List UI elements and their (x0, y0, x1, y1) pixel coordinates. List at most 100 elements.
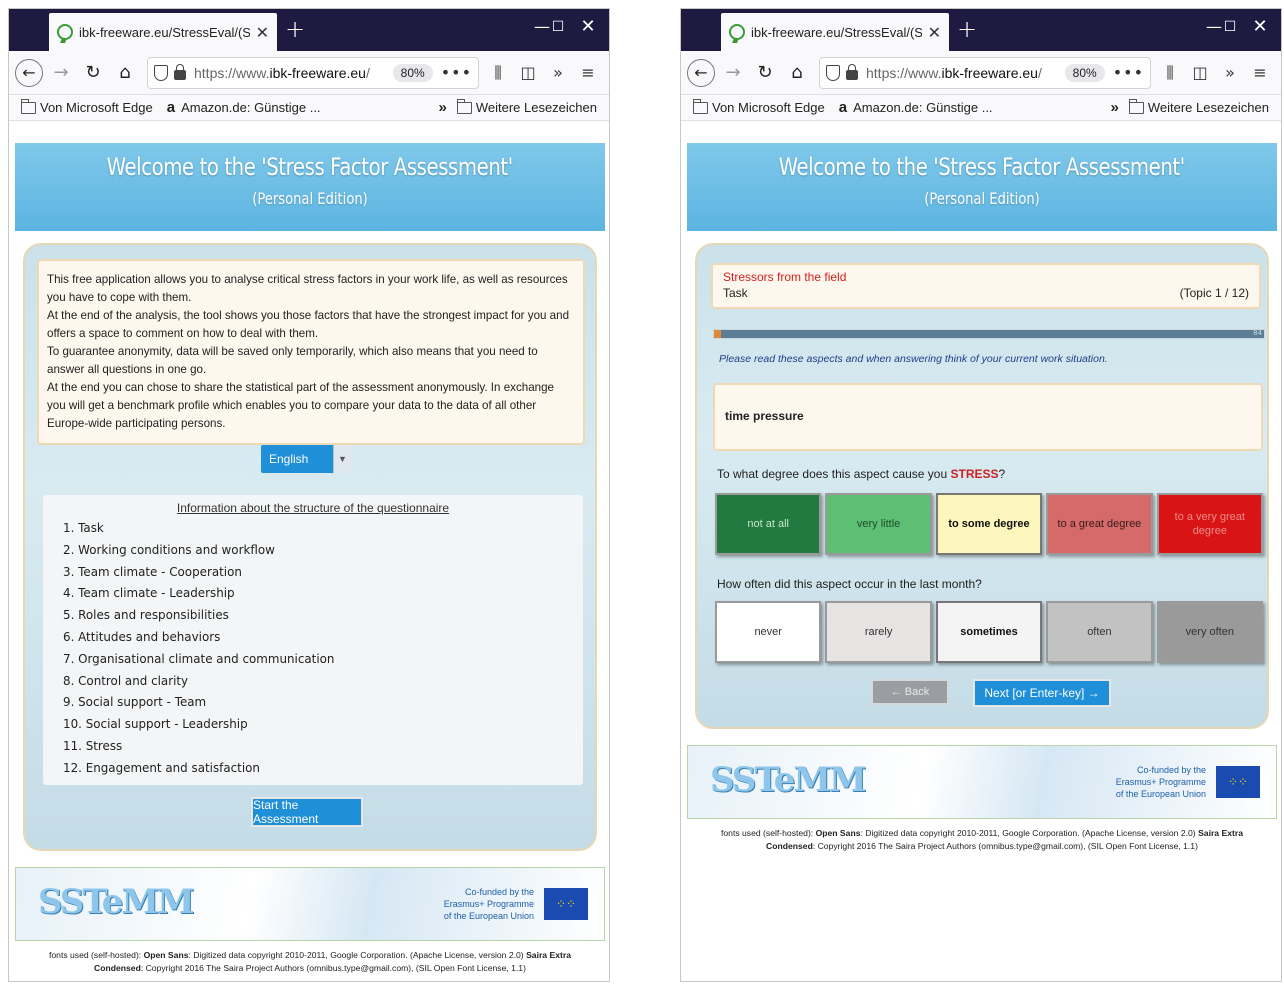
scale-option[interactable]: sometimes (935, 601, 1043, 663)
cofund-line: of the European Union (443, 911, 534, 921)
topic-counter: (Topic 1 / 12) (1179, 286, 1249, 300)
scale-option[interactable]: not at all (715, 493, 822, 555)
frequency-scale: never rarely sometimes often very often (715, 601, 1264, 663)
bookmark-label: Von Microsoft Edge (712, 100, 825, 115)
close-window-icon[interactable]: ✕ (565, 9, 609, 45)
nav-bar: ← → ↻ ⌂ https://www.ibk-freeware.eu/ 80%… (681, 51, 1281, 95)
start-assessment-button[interactable]: Start the Assessment (251, 797, 363, 827)
overflow-icon[interactable]: » (1215, 63, 1245, 82)
tab-close-icon[interactable]: ✕ (256, 23, 269, 42)
bookmark-amazon[interactable]: a Amazon.de: Günstige ... (839, 99, 993, 116)
topic-category: Stressors from the field (723, 270, 847, 284)
url-text[interactable]: https://www.ibk-freeware.eu/ (194, 65, 389, 81)
scale-option[interactable]: very often (1156, 601, 1264, 663)
question-text: ? (998, 467, 1006, 481)
new-tab-icon[interactable]: + (957, 15, 977, 43)
shield-icon[interactable] (826, 64, 840, 81)
folder-icon (1128, 98, 1144, 114)
forward-arrow-icon[interactable]: → (47, 59, 75, 87)
bookmark-more[interactable]: Weitere Lesezeichen (456, 98, 597, 115)
scale-option[interactable]: to a very great degree (1156, 493, 1264, 555)
page-actions-icon[interactable]: ••• (441, 63, 472, 82)
tab-close-icon[interactable]: ✕ (928, 23, 941, 42)
eu-flag-icon: ⁘⁘ (1216, 766, 1260, 798)
scale-option[interactable]: often (1046, 601, 1153, 663)
back-arrow-icon[interactable]: ← (687, 58, 715, 87)
aspect-box: time pressure (713, 383, 1263, 451)
fonts-label: fonts used (self-hosted): (49, 950, 144, 960)
scale-option[interactable]: rarely (825, 601, 932, 663)
bookmark-edge[interactable]: Von Microsoft Edge (21, 98, 153, 115)
cofund-text: Co-funded by the Erasmus+ Programme of t… (444, 886, 534, 922)
structure-item: 10. Social support - Leadership (63, 716, 248, 732)
frequency-question: How often did this aspect occur in the l… (717, 577, 982, 591)
scale-option[interactable]: to some degree (935, 493, 1043, 555)
structure-box: Information about the structure of the q… (43, 495, 583, 785)
back-arrow-icon[interactable]: ← (15, 58, 43, 87)
scale-option[interactable]: to a great degree (1046, 493, 1153, 555)
url-bar[interactable]: https://www.ibk-freeware.eu/ 80% ••• (819, 56, 1151, 89)
fonts-text: : Digitized data copyright 2010-2011, Go… (860, 828, 1199, 838)
zoom-level[interactable]: 80% (392, 63, 433, 82)
page-actions-icon[interactable]: ••• (1113, 63, 1144, 82)
url-text[interactable]: https://www.ibk-freeware.eu/ (866, 65, 1061, 81)
browser-window-left: ibk-freeware.eu/StressEval/(S(2 ✕ + — ☐ … (8, 8, 610, 982)
intro-card: This free application allows you to anal… (23, 243, 597, 851)
bookmark-label: Amazon.de: Günstige ... (181, 100, 321, 115)
bookmark-edge[interactable]: Von Microsoft Edge (693, 98, 825, 115)
sidebar-icon[interactable]: ◫ (1185, 63, 1215, 82)
lock-icon[interactable] (846, 63, 858, 80)
structure-item: 9. Social support - Team (63, 694, 207, 710)
back-button[interactable]: ← Back (871, 679, 949, 705)
cofund-line: Erasmus+ Programme (443, 899, 534, 909)
forward-arrow-icon[interactable]: → (719, 59, 747, 87)
reload-icon[interactable]: ↻ (79, 59, 107, 87)
menu-icon[interactable]: ≡ (1245, 63, 1275, 82)
library-icon[interactable]: ⫼ (483, 63, 513, 83)
bookmarks-overflow-icon[interactable]: » (1110, 99, 1118, 116)
bookmark-more[interactable]: Weitere Lesezeichen (1128, 98, 1269, 115)
menu-icon[interactable]: ≡ (573, 63, 603, 82)
fonts-text: : Digitized data copyright 2010-2011, Go… (188, 950, 527, 960)
structure-item: 11. Stress (63, 737, 123, 753)
shield-icon[interactable] (154, 64, 168, 81)
structure-item: 8. Control and clarity (63, 672, 189, 688)
cofund-text: Co-funded by the Erasmus+ Programme of t… (1116, 764, 1206, 800)
intro-paragraph: To guarantee anonymity, data will be sav… (47, 345, 538, 376)
bookmarks-bar: Von Microsoft Edge a Amazon.de: Günstige … (681, 95, 1281, 121)
nav-bar: ← → ↻ ⌂ https://www.ibk-freeware.eu/ 80%… (9, 51, 609, 95)
assessment-card: Stressors from the field Task (Topic 1 /… (695, 243, 1269, 729)
new-tab-icon[interactable]: + (285, 15, 305, 43)
zoom-level[interactable]: 80% (1064, 63, 1105, 82)
scale-option[interactable]: never (715, 601, 822, 663)
bookmarks-overflow-icon[interactable]: » (438, 99, 446, 116)
next-button[interactable]: Next [or Enter-key] → (973, 679, 1111, 707)
bookmark-amazon[interactable]: a Amazon.de: Günstige ... (167, 99, 321, 116)
sidebar-icon[interactable]: ◫ (513, 63, 543, 82)
structure-item: 1. Task (63, 520, 104, 535)
browser-tab[interactable]: ibk-freeware.eu/StressEval/(S(2 ✕ (721, 13, 949, 51)
url-bar[interactable]: https://www.ibk-freeware.eu/ 80% ••• (147, 56, 479, 89)
bookmark-label: Von Microsoft Edge (40, 100, 153, 115)
font-name: Open Sans (143, 950, 189, 960)
favicon-icon (729, 24, 745, 40)
header-banner: Welcome to the 'Stress Factor Assessment… (687, 143, 1277, 231)
structure-list: 1. Task 2. Working conditions and workflo… (63, 517, 583, 779)
close-window-icon[interactable]: ✕ (1237, 9, 1281, 45)
page-subtitle: (Personal Edition) (252, 189, 368, 208)
language-select[interactable]: English ▼ (261, 445, 351, 473)
library-icon[interactable]: ⫼ (1155, 63, 1185, 83)
chevron-down-icon[interactable]: ▼ (333, 445, 351, 473)
bookmark-label: Weitere Lesezeichen (1147, 100, 1269, 115)
browser-tab[interactable]: ibk-freeware.eu/StressEval/(S(2 ✕ (49, 13, 277, 51)
footer-banner: SSTeMM Co-funded by the Erasmus+ Program… (15, 867, 605, 941)
lock-icon[interactable] (174, 63, 186, 80)
home-icon[interactable]: ⌂ (111, 59, 139, 87)
topic-name: Task (723, 286, 748, 300)
intro-paragraph: At the end you can chose to share the st… (47, 381, 554, 430)
overflow-icon[interactable]: » (543, 63, 573, 82)
intro-paragraph: At the end of the analysis, the tool sho… (47, 309, 570, 340)
reload-icon[interactable]: ↻ (751, 59, 779, 87)
home-icon[interactable]: ⌂ (783, 59, 811, 87)
scale-option[interactable]: very little (825, 493, 932, 555)
